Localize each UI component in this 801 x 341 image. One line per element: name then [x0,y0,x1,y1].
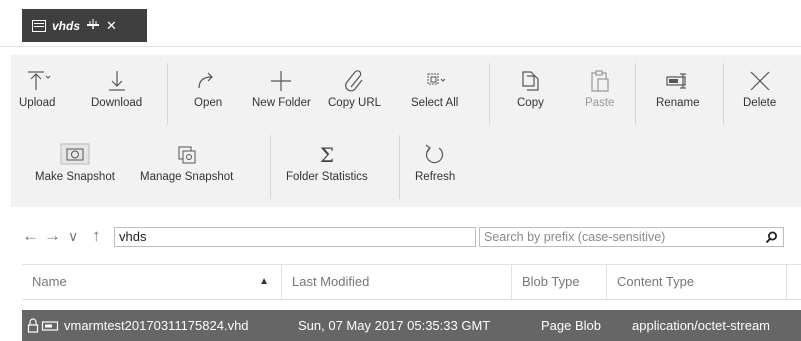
column-header-last-modified[interactable]: Last Modified [282,265,512,299]
download-button[interactable]: Download [91,65,142,109]
pin-icon[interactable] [86,18,100,33]
download-label: Download [91,97,143,109]
copy-url-button[interactable]: Copy URL [328,65,381,109]
tab-vhds[interactable]: vhds ✕ [22,9,147,42]
tab-strip: vhds ✕ [0,0,801,47]
path-input[interactable]: vhds [114,227,476,247]
manage-snapshot-button[interactable]: Manage Snapshot [140,139,233,183]
divider [635,63,636,125]
refresh-label: Refresh [415,171,456,183]
column-header-blob-type[interactable]: Blob Type [512,265,607,299]
rename-icon [664,65,692,97]
select-all-label: Select All [411,97,459,109]
search-input[interactable]: Search by prefix (case-sensitive) [479,227,784,247]
copy-label: Copy [517,97,544,109]
column-header-last-modified-label: Last Modified [292,274,370,289]
column-header-content-type[interactable]: Content Type [607,265,787,299]
blob-content-type: application/octet-stream [632,318,771,333]
sort-up-icon: ▲ [259,276,269,287]
rename-button[interactable]: Rename [656,65,699,109]
download-icon [105,65,129,97]
manage-snapshot-label: Manage Snapshot [140,171,234,183]
divider [489,63,490,125]
copy-icon [518,65,542,97]
link-icon [342,65,368,97]
camera-icon [55,139,95,171]
rename-label: Rename [656,97,700,109]
container-icon [32,19,46,32]
folder-statistics-button[interactable]: Σ Folder Statistics [286,139,368,183]
column-header-content-type-label: Content Type [617,274,695,289]
plus-icon [268,65,294,97]
new-folder-label: New Folder [252,97,311,109]
select-all-button[interactable]: Select All [411,65,458,109]
column-header-blob-type-label: Blob Type [522,274,580,289]
paste-label: Paste [585,97,615,109]
select-all-icon [422,65,448,97]
divider [723,63,724,125]
open-button[interactable]: Open [194,65,222,109]
delete-label: Delete [743,97,777,109]
blob-type: Page Blob [541,318,601,333]
paste-icon [588,65,612,97]
address-bar: ← → ∨ ↑ vhds Search by prefix (case-sens… [0,222,801,252]
make-snapshot-label: Make Snapshot [35,171,115,183]
divider [167,63,168,125]
forward-icon[interactable]: → [44,226,61,246]
toolbar: Upload Download Open New Folder Copy URL… [11,55,801,207]
refresh-icon [422,139,448,171]
divider [270,135,271,199]
back-icon[interactable]: ← [22,226,39,246]
folder-statistics-label: Folder Statistics [286,171,368,183]
copy-button[interactable]: Copy [517,65,544,109]
search-icon[interactable] [765,231,778,247]
lock-icon [26,310,40,341]
refresh-button[interactable]: Refresh [415,139,455,183]
make-snapshot-button[interactable]: Make Snapshot [35,139,115,183]
upload-icon [22,65,52,97]
up-icon[interactable]: ↑ [92,226,101,246]
manage-snapshot-icon [174,139,200,171]
column-header: Name ▲ Last Modified Blob Type Content T… [22,264,801,300]
column-header-name[interactable]: Name ▲ [22,265,282,299]
new-folder-button[interactable]: New Folder [252,65,311,109]
delete-button[interactable]: Delete [743,65,776,109]
open-label: Open [194,97,223,109]
close-tab-icon[interactable]: ✕ [106,18,117,34]
paste-button[interactable]: Paste [585,65,614,109]
copy-url-label: Copy URL [328,97,382,109]
disk-icon [41,310,59,341]
column-header-name-label: Name [32,274,67,289]
chevron-down-icon[interactable]: ∨ [68,228,78,245]
upload-button[interactable]: Upload [19,65,55,109]
upload-label: Upload [19,97,56,109]
tab-title: vhds [52,18,81,33]
blob-name: vmarmtest20170311175824.vhd [64,318,249,333]
delete-icon [747,65,773,97]
blob-last-modified: Sun, 07 May 2017 05:35:33 GMT [298,318,491,333]
open-arrow-icon [195,65,221,97]
divider [399,135,400,199]
table-row[interactable]: vmarmtest20170311175824.vhd Sun, 07 May … [22,310,801,341]
sigma-icon: Σ [319,143,334,167]
